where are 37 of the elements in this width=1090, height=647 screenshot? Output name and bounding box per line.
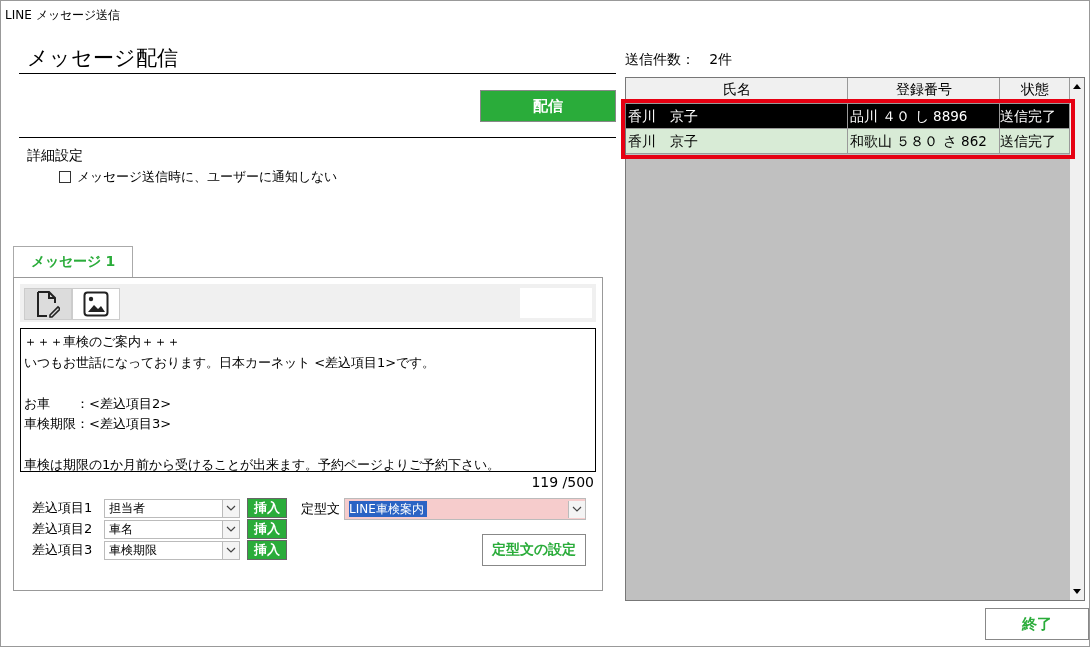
field-label: 差込項目2: [32, 520, 94, 538]
send-button[interactable]: 配信: [480, 90, 617, 122]
message-tab[interactable]: メッセージ 1: [13, 246, 133, 277]
character-counter: 119 /500: [531, 474, 594, 490]
chevron-down-icon: [226, 505, 236, 511]
dropdown[interactable]: 担当者: [104, 498, 240, 518]
checkbox[interactable]: [59, 171, 71, 183]
chevron-down-icon: [226, 526, 236, 532]
dropdown[interactable]: 車検期限: [104, 540, 240, 560]
field-label: 差込項目3: [32, 541, 94, 559]
template-settings-button[interactable]: 定型文の設定: [482, 534, 586, 566]
field-label: 差込項目1: [32, 499, 94, 517]
table-row[interactable]: 香川 京子 和歌山 ５８０ さ 862 送信完了: [626, 129, 1071, 154]
sent-count-value: 2件: [709, 51, 733, 69]
close-button[interactable]: 終了: [985, 608, 1089, 640]
field-label: 定型文: [301, 500, 340, 518]
chevron-down-icon: [226, 547, 236, 553]
chevron-down-icon: [572, 506, 582, 512]
section-title: 詳細設定: [26, 146, 84, 165]
document-pencil-icon: [36, 290, 60, 318]
window-title: LINE メッセージ送信: [5, 8, 120, 22]
template-dropdown[interactable]: LINE車検案内: [344, 498, 586, 520]
scrollbar[interactable]: [1070, 78, 1085, 600]
scroll-down-icon: [1073, 589, 1082, 594]
message-text-area[interactable]: ＋＋＋車検のご案内＋＋＋ いつもお世話になっております。日本カーネット <差込項目1>です。 お車 ：<差込項目2> 車検期限：<差込項目3> 車検は期限の1か月前から受けることが出来ます。予約ページよりご予約下さい。: [20, 328, 596, 472]
image-mode-button[interactable]: [72, 288, 120, 320]
insert-button[interactable]: 挿入: [247, 519, 287, 539]
page-heading: メッセージ配信: [26, 45, 179, 72]
dropdown[interactable]: 車名: [104, 519, 240, 539]
insert-button[interactable]: 挿入: [247, 540, 287, 560]
image-icon: [83, 291, 109, 317]
sent-count-label: 送信件数：: [625, 51, 696, 69]
checkbox-label: メッセージ送信時に、ユーザーに通知しない: [77, 168, 337, 186]
scroll-up-icon: [1073, 84, 1082, 89]
insert-button[interactable]: 挿入: [247, 498, 287, 518]
text-mode-button[interactable]: [24, 288, 72, 320]
table-row[interactable]: 香川 京子 品川 ４０ し 8896 送信完了: [626, 104, 1071, 129]
